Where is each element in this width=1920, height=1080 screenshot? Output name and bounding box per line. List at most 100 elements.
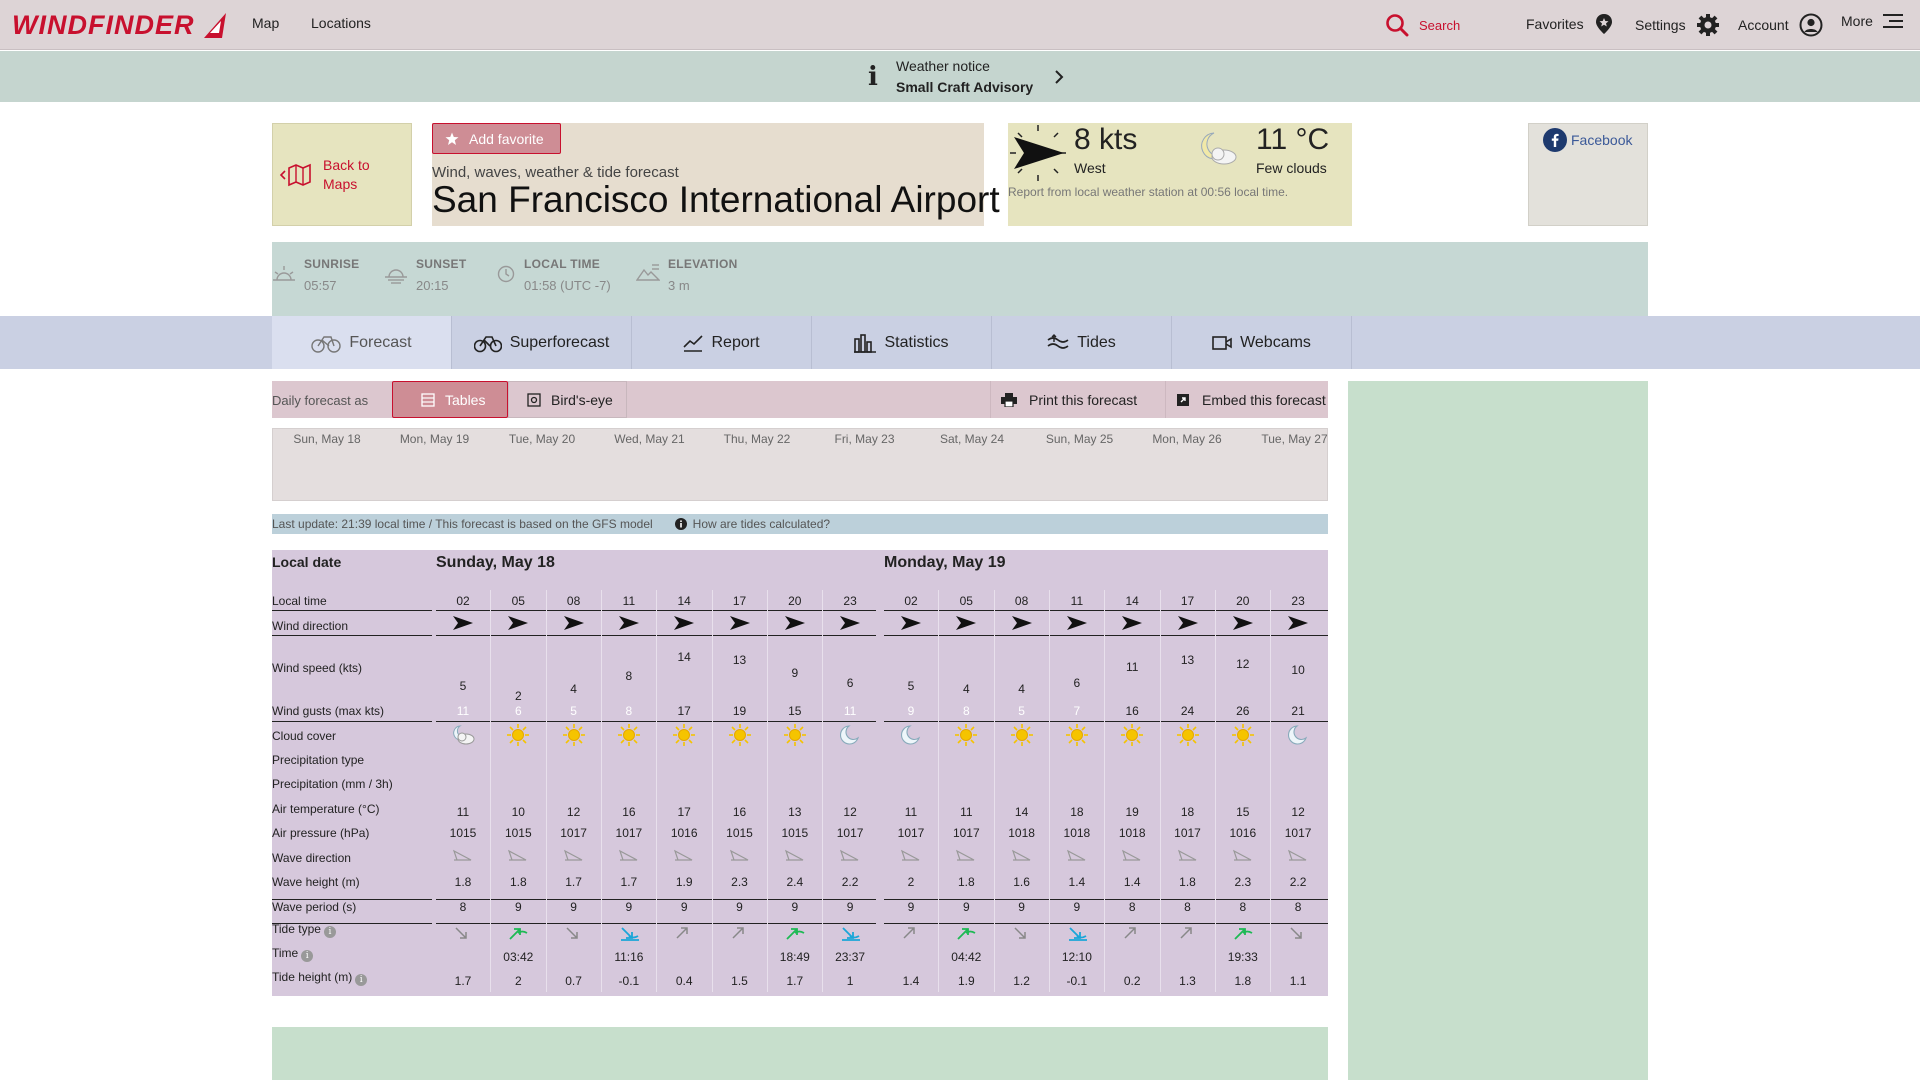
day-selector-item[interactable]: Tue, May 27	[1241, 432, 1349, 446]
air-pressure-cell: 1018	[1008, 826, 1035, 840]
wind-arrow-icon	[1011, 616, 1032, 630]
local-time-cell: 11	[1070, 594, 1084, 608]
chevron-right-icon	[1055, 70, 1064, 84]
tab-webcams-label: Webcams	[1240, 333, 1311, 351]
rising-tide-icon	[1179, 927, 1192, 939]
weather-notice-banner[interactable]: i Weather notice Small Craft Advisory	[0, 51, 1920, 102]
wind-gust-cell: 19	[732, 704, 747, 718]
air-pressure-cell: 1015	[449, 826, 477, 840]
wave-arrow-icon	[563, 849, 582, 861]
print-forecast-button[interactable]: Print this forecast	[990, 381, 1137, 418]
wind-direction-cell	[547, 614, 601, 635]
air-pressure-cell: 1017	[1284, 826, 1312, 840]
air-pressure-cell: 1016	[1229, 826, 1257, 840]
day-selector-item[interactable]: Wed, May 21	[596, 432, 704, 446]
day-selector-item[interactable]: Thu, May 22	[703, 432, 811, 446]
temperature-readout: 11 °C	[1256, 123, 1330, 156]
tide-height-cell: 1.4	[902, 974, 920, 988]
air-temp-cell: 11	[456, 805, 470, 819]
nav-map[interactable]: Map	[252, 15, 279, 31]
tab-report[interactable]: Report	[632, 316, 812, 369]
tide-time-info-icon[interactable]: i	[301, 950, 314, 962]
search-label: Search	[1419, 17, 1461, 33]
day-selector-item[interactable]: Fri, May 23	[811, 432, 919, 446]
add-favorite-button[interactable]: Add favorite	[432, 123, 561, 154]
sunset-info: SUNSET 20:15	[384, 257, 466, 293]
windfinder-logo[interactable]: WINDFINDER	[12, 10, 230, 40]
day-selector-item[interactable]: Sun, May 18	[273, 432, 381, 446]
tables-view-button[interactable]: Tables	[392, 381, 508, 418]
tab-forecast[interactable]: Forecast	[272, 316, 452, 369]
birds-eye-view-button[interactable]: Bird's-eye	[508, 381, 627, 418]
settings-button[interactable]: Settings	[1635, 13, 1720, 37]
day-selector-item[interactable]: Tue, May 20	[488, 432, 596, 446]
wave-arrow-icon	[674, 849, 693, 861]
wave-height-cell: 1.4	[1068, 875, 1086, 889]
day-selector-item[interactable]: Sat, May 24	[918, 432, 1026, 446]
sunset-label: SUNSET	[416, 257, 467, 271]
row-label-tide-type: Tide type i	[272, 922, 432, 938]
wind-arrow-icon	[1232, 616, 1253, 630]
wave-period-cell: 8	[1128, 900, 1136, 914]
favorites-pin-icon	[1595, 14, 1612, 34]
rising-tide-icon	[676, 927, 688, 939]
webcam-icon	[1212, 335, 1232, 350]
wave-period-cell: 9	[846, 900, 854, 914]
wind-direction-cell	[823, 614, 877, 635]
day-selector-item[interactable]: Mon, May 19	[381, 432, 489, 446]
more-label: More	[1841, 13, 1873, 29]
cloud-cover-cell	[1271, 723, 1325, 750]
wave-period-cell: 8	[1239, 900, 1247, 914]
wave-period-cell: 9	[1018, 900, 1025, 914]
favorites-button[interactable]: Favorites	[1526, 13, 1614, 35]
wave-height-cell: 1.7	[565, 875, 582, 889]
wind-gust-cell: 16	[1125, 704, 1139, 718]
more-menu-button[interactable]: More	[1841, 13, 1903, 29]
wind-direction-cell	[995, 614, 1049, 635]
logo-sail-icon	[204, 13, 227, 38]
local-time-cell: 11	[622, 594, 636, 608]
wind-direction-cell	[1161, 614, 1215, 635]
tide-type-info-icon[interactable]: i	[323, 926, 336, 938]
back-to-maps-link[interactable]: Back to Maps	[272, 123, 412, 226]
sunset-value: 20:15	[416, 278, 449, 293]
social-box: Facebook	[1528, 123, 1648, 226]
tides-calculation-link[interactable]: How are tides calculated?	[674, 517, 830, 531]
low-tide-icon	[842, 927, 861, 941]
row-divider	[884, 923, 1328, 924]
embed-forecast-button[interactable]: Embed this forecast	[1165, 381, 1326, 418]
wave-arrow-icon	[508, 849, 527, 861]
wave-arrow-icon	[729, 849, 748, 861]
search-button[interactable]: Search	[1385, 13, 1460, 37]
tab-report-label: Report	[711, 333, 760, 351]
local-time-cell: 02	[904, 594, 918, 608]
wave-direction-cell	[547, 848, 601, 867]
tab-statistics[interactable]: Statistics	[812, 316, 992, 369]
air-temp-cell: 12	[1291, 805, 1305, 819]
row-label-local-date: Local date	[272, 554, 342, 570]
row-label-precip: Precipitation (mm / 3h)	[272, 777, 393, 791]
notice-title: Weather notice	[896, 58, 990, 74]
day-selector-item[interactable]: Mon, May 26	[1133, 432, 1241, 446]
wave-height-cell: 2	[907, 875, 915, 889]
tab-webcams[interactable]: Webcams	[1172, 316, 1352, 369]
air-temp-cell: 11	[904, 805, 918, 819]
wave-arrow-icon	[840, 849, 859, 861]
row-divider	[272, 899, 432, 900]
wind-gust-cell: 24	[1180, 704, 1195, 718]
air-temp-cell: 18	[1070, 805, 1084, 819]
air-pressure-cell: 1017	[1174, 826, 1201, 840]
tab-superforecast[interactable]: Superforecast	[452, 316, 632, 369]
tide-height-cell: 0.7	[565, 974, 582, 988]
day-selector-item[interactable]: Sun, May 25	[1026, 432, 1134, 446]
wave-direction-cell	[436, 848, 490, 867]
tide-height-info-icon[interactable]: i	[355, 974, 368, 986]
row-divider	[884, 721, 1328, 722]
wind-gust-cell: 8	[962, 704, 970, 718]
sun-icon	[955, 724, 978, 746]
tab-tides[interactable]: Tides	[992, 316, 1172, 369]
tide-type-cell	[602, 925, 656, 945]
facebook-link[interactable]: Facebook	[1543, 128, 1632, 152]
account-button[interactable]: Account	[1738, 13, 1823, 37]
nav-locations[interactable]: Locations	[311, 15, 371, 31]
